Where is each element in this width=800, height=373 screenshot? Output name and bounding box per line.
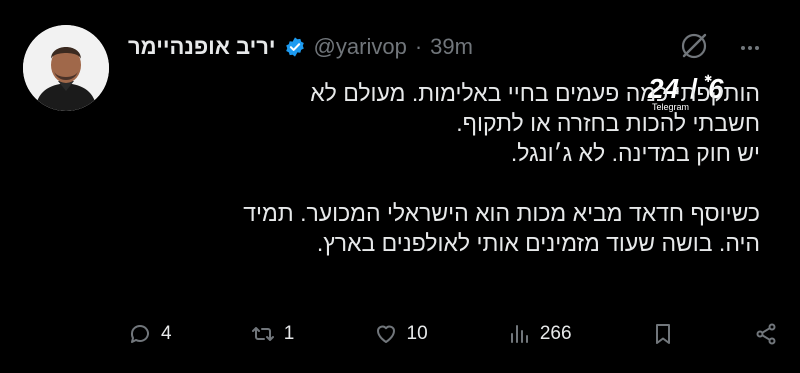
reply-icon: [130, 325, 149, 343]
bookmark-button[interactable]: [651, 322, 675, 346]
separator-dot: ·: [414, 34, 423, 59]
reply-button[interactable]: 4: [128, 322, 172, 346]
reply-count: 4: [161, 323, 172, 344]
views-count: 266: [539, 323, 572, 344]
views-button[interactable]: 266: [507, 322, 572, 346]
tweet-time[interactable]: 39m: [430, 34, 473, 60]
share-button[interactable]: [754, 322, 778, 346]
avatar[interactable]: [23, 25, 109, 111]
verified-badge-icon: [284, 36, 306, 58]
like-button[interactable]: 10: [374, 322, 428, 346]
author-handle[interactable]: @yarivop: [314, 34, 407, 60]
tweet-text: הותקפתי כמה פעמים בחיי באלימות. מעולם לא…: [120, 78, 760, 258]
like-count: 10: [406, 323, 428, 344]
views-icon: [510, 325, 528, 343]
tweet-header: יריב אופנהיימר @yarivop · 39m: [128, 34, 473, 60]
grok-icon[interactable]: [679, 31, 709, 61]
action-bar: 4 1 10 266: [128, 318, 778, 350]
tweet-line: חשבתי להכות בחזרה או לתקוף.: [456, 110, 760, 136]
tweet-line: כשיוסף חדאד מביא מכות הוא הישראלי המכוער…: [243, 200, 760, 226]
tweet-line: יש חוק במדינה. לא ג׳ונגל.: [510, 140, 760, 166]
share-icon: [756, 323, 776, 345]
author-name[interactable]: יריב אופנהיימר: [128, 34, 276, 60]
bookmark-icon: [655, 324, 670, 344]
avatar-photo: [23, 25, 109, 111]
tweet-line: הותקפתי כמה פעמים בחיי באלימות. מעולם לא: [310, 80, 760, 106]
repost-count: 1: [283, 323, 295, 344]
more-icon[interactable]: [738, 36, 762, 67]
tweet-line: היה. בושה שעוד מזמינים אותי לאולפנים באר…: [316, 230, 760, 256]
repost-icon: [251, 327, 274, 341]
repost-button[interactable]: 1: [251, 322, 295, 346]
like-icon: [376, 325, 395, 343]
